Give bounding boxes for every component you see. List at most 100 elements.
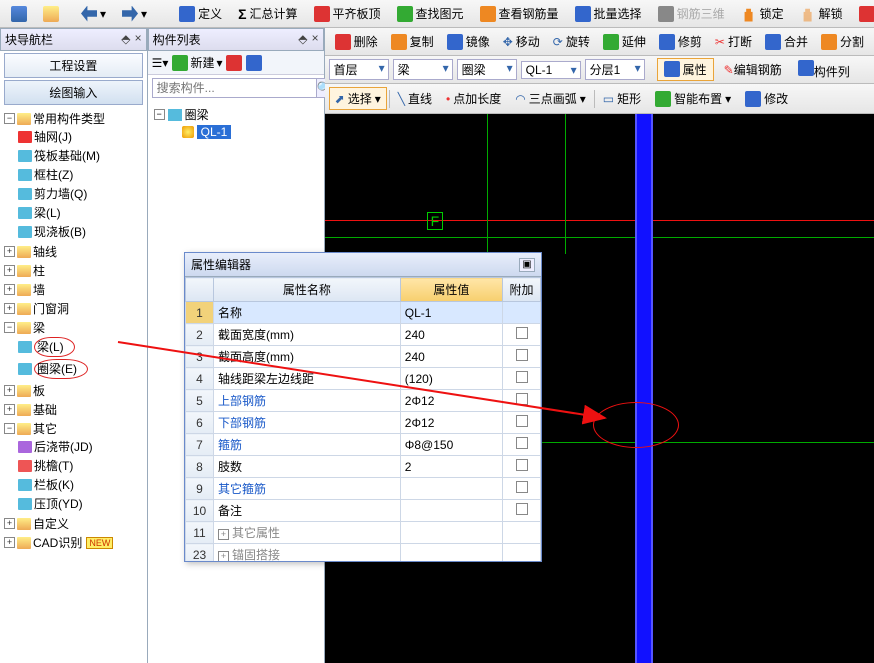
tree-item-ring-beam[interactable]: 圈梁(E) — [18, 359, 145, 379]
close-icon[interactable]: ▣ — [519, 258, 535, 272]
prop-value-cell[interactable]: (120) — [400, 368, 502, 390]
view-drawing-button[interactable]: 查找图元 — [390, 2, 471, 25]
draw-input-tab[interactable]: 绘图输入 — [4, 80, 143, 105]
tree-group-slab[interactable]: +板 — [4, 382, 145, 399]
comp-item-ql1[interactable]: QL-1 — [154, 124, 318, 140]
prop-add-cell[interactable] — [503, 500, 541, 522]
point-length-tool[interactable]: •点加长度 — [440, 87, 507, 110]
undo-button[interactable]: ▾ — [74, 3, 113, 25]
view-rebar-button[interactable]: 查看钢筋量 — [473, 2, 566, 25]
prop-name-cell[interactable]: 截面宽度(mm) — [214, 324, 401, 346]
tree-group-axis[interactable]: +轴线 — [4, 243, 145, 260]
checkbox[interactable] — [516, 437, 528, 449]
new-component-button[interactable]: 新建 ▾ — [172, 54, 222, 71]
property-row[interactable]: 6下部钢筋2Φ12 — [186, 412, 541, 434]
batch-delete-button[interactable]: 批量删除未使用 — [852, 2, 874, 25]
prop-name-cell[interactable]: 备注 — [214, 500, 401, 522]
prop-add-cell[interactable] — [503, 544, 541, 562]
tree-root-common[interactable]: −常用构件类型 — [4, 110, 145, 127]
dropdown-icon[interactable]: ☰▾ — [152, 56, 169, 70]
prop-name-cell[interactable]: 名称 — [214, 302, 401, 324]
property-row[interactable]: 7箍筋Φ8@150 — [186, 434, 541, 456]
prop-value-cell[interactable]: 2Φ12 — [400, 412, 502, 434]
redo-button[interactable]: ▾ — [115, 3, 154, 25]
arc-tool[interactable]: ◠三点画弧 ▾ — [509, 87, 592, 110]
prop-add-cell[interactable] — [503, 346, 541, 368]
checkbox[interactable] — [516, 459, 528, 471]
copy-button[interactable]: 复制 — [385, 30, 440, 53]
prop-add-cell[interactable] — [503, 522, 541, 544]
prop-add-cell[interactable] — [503, 302, 541, 324]
prop-value-cell[interactable] — [400, 522, 502, 544]
pin-icon[interactable]: ⬘ — [121, 32, 130, 47]
define-button[interactable]: 定义 — [172, 2, 229, 25]
prop-name-cell[interactable]: 截面高度(mm) — [214, 346, 401, 368]
tree-group-cad[interactable]: +CAD识别NEW — [4, 534, 145, 551]
prop-value-cell[interactable]: QL-1 — [400, 302, 502, 324]
name-dropdown[interactable]: QL-1 — [521, 61, 581, 79]
checkbox[interactable] — [516, 481, 528, 493]
mirror-button[interactable]: 镜像 — [441, 30, 496, 53]
open-button[interactable] — [36, 3, 66, 25]
smart-layout-tool[interactable]: 智能布置 ▾ — [649, 87, 737, 110]
tree-item-cast-slab[interactable]: 现浇板(B) — [18, 223, 145, 240]
prop-add-cell[interactable] — [503, 324, 541, 346]
prop-name-cell[interactable]: 下部钢筋 — [214, 412, 401, 434]
attributes-button[interactable]: 属性 — [657, 58, 714, 81]
prop-add-cell[interactable] — [503, 434, 541, 456]
sum-button[interactable]: Σ汇总计算 — [231, 2, 304, 25]
prop-value-cell[interactable]: 240 — [400, 346, 502, 368]
tree-group-col[interactable]: +柱 — [4, 262, 145, 279]
prop-name-cell[interactable]: 轴线距梁左边线距 — [214, 368, 401, 390]
tree-group-wall[interactable]: +墙 — [4, 281, 145, 298]
floor-dropdown[interactable]: 首层 — [329, 59, 389, 80]
lock-button[interactable]: 锁定 — [734, 2, 791, 25]
tree-group-other[interactable]: −其它 — [4, 420, 145, 437]
prop-value-cell[interactable]: 2 — [400, 456, 502, 478]
checkbox[interactable] — [516, 415, 528, 427]
close-icon[interactable]: × — [134, 32, 141, 47]
property-row[interactable]: 9其它箍筋 — [186, 478, 541, 500]
tree-item-beam-l[interactable]: 梁(L) — [18, 337, 145, 357]
trim-button[interactable]: 修剪 — [653, 30, 708, 53]
prop-name-cell[interactable]: 其它箍筋 — [214, 478, 401, 500]
tree-item-post-strip[interactable]: 后浇带(JD) — [18, 438, 145, 455]
copy-component-button[interactable] — [246, 55, 262, 71]
search-input[interactable] — [152, 78, 317, 98]
select-tool[interactable]: ⬈选择 ▾ — [329, 87, 387, 110]
tree-item-shear-wall[interactable]: 剪力墙(Q) — [18, 185, 145, 202]
prop-add-cell[interactable] — [503, 456, 541, 478]
prop-value-cell[interactable] — [400, 500, 502, 522]
property-row[interactable]: 8肢数2 — [186, 456, 541, 478]
unlock-button[interactable]: 解锁 — [793, 2, 850, 25]
tree-group-door[interactable]: +门窗洞 — [4, 300, 145, 317]
prop-value-cell[interactable]: 2Φ12 — [400, 390, 502, 412]
checkbox[interactable] — [516, 371, 528, 383]
merge-button[interactable]: 合并 — [759, 30, 814, 53]
move-button[interactable]: ✥移动 — [497, 30, 546, 53]
property-row[interactable]: 10备注 — [186, 500, 541, 522]
tree-item-axis-net[interactable]: 轴网(J) — [18, 128, 145, 145]
prop-value-cell[interactable] — [400, 478, 502, 500]
split-button[interactable]: 分割 — [815, 30, 870, 53]
edit-rebar-button[interactable]: ✎编辑钢筋 — [718, 58, 788, 81]
delete-component-button[interactable] — [226, 55, 242, 71]
prop-add-cell[interactable] — [503, 412, 541, 434]
tree-item-beam[interactable]: 梁(L) — [18, 204, 145, 221]
tree-item-raft[interactable]: 筏板基础(M) — [18, 147, 145, 164]
rect-tool[interactable]: ▭矩形 — [597, 87, 647, 110]
beam-element[interactable] — [635, 114, 653, 663]
property-row[interactable]: 23+锚固搭接 — [186, 544, 541, 562]
prop-add-cell[interactable] — [503, 390, 541, 412]
line-tool[interactable]: ╲直线 — [392, 87, 438, 110]
prop-value-cell[interactable]: Φ8@150 — [400, 434, 502, 456]
prop-name-cell[interactable]: +其它属性 — [214, 522, 401, 544]
tree-item-canopy[interactable]: 挑檐(T) — [18, 457, 145, 474]
prop-value-cell[interactable]: 240 — [400, 324, 502, 346]
tree-group-found[interactable]: +基础 — [4, 401, 145, 418]
comp-group-ring-beam[interactable]: −圈梁 — [154, 105, 318, 124]
rebar-3d-button[interactable]: 钢筋三维 — [651, 2, 732, 25]
modify-tool[interactable]: 修改 — [739, 87, 794, 110]
align-top-button[interactable]: 平齐板顶 — [307, 2, 388, 25]
property-row[interactable]: 5上部钢筋2Φ12 — [186, 390, 541, 412]
